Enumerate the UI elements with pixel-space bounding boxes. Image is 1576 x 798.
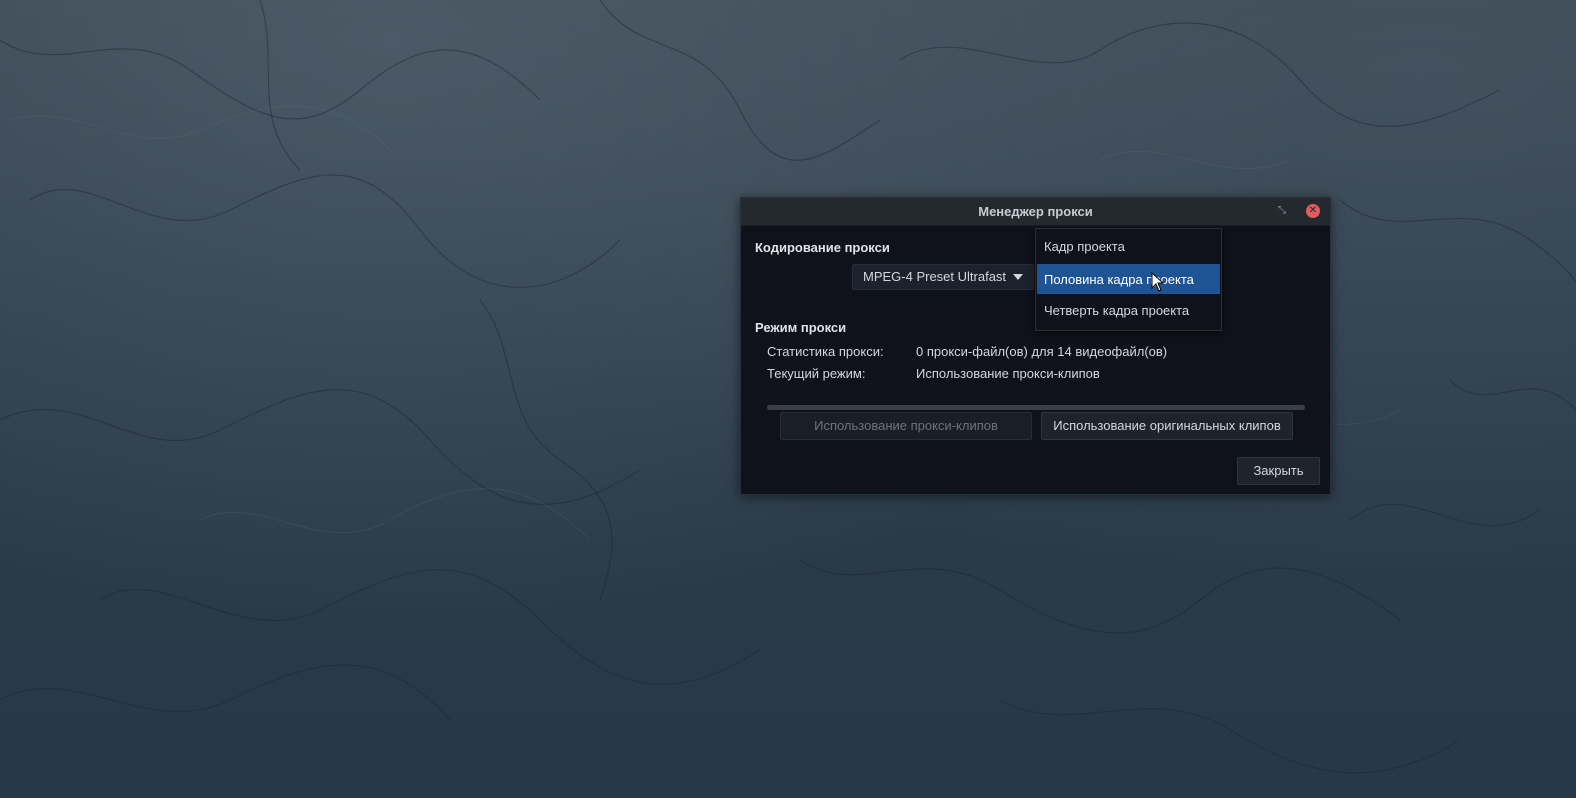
- progress-bar: [767, 405, 1305, 410]
- mode-section-title: Режим прокси: [755, 320, 847, 335]
- close-icon[interactable]: ✕: [1306, 204, 1320, 218]
- option-label: Половина кадра проекта: [1044, 272, 1194, 287]
- use-proxy-button[interactable]: Использование прокси-клипов: [780, 412, 1032, 440]
- option-label: Кадр проекта: [1044, 239, 1125, 254]
- dropdown-option-full[interactable]: Кадр проекта: [1037, 231, 1220, 261]
- stats-label: Статистика прокси:: [767, 344, 884, 359]
- option-label: Четверть кадра проекта: [1044, 303, 1190, 318]
- encoding-preset-value: MPEG-4 Preset Ultrafast: [863, 269, 1007, 284]
- chevron-down-icon: [1013, 274, 1023, 280]
- title-bar[interactable]: Менеджер прокси ⤡ ✕: [741, 198, 1330, 226]
- stats-value: 0 прокси-файл(ов) для 14 видеофайл(ов): [916, 344, 1168, 359]
- use-original-button[interactable]: Использование оригинальных клипов: [1041, 412, 1293, 440]
- dropdown-option-quarter[interactable]: Четверть кадра проекта: [1037, 295, 1220, 325]
- current-mode-value: Использование прокси-клипов: [916, 366, 1100, 381]
- encoding-preset-select[interactable]: MPEG-4 Preset Ultrafast: [852, 264, 1034, 290]
- current-mode-label: Текущий режим:: [767, 366, 866, 381]
- encoding-section-title: Кодирование прокси: [755, 240, 890, 255]
- restore-icon[interactable]: ⤡: [1276, 205, 1288, 217]
- dialog-title: Менеджер прокси: [978, 204, 1093, 219]
- mouse-cursor-icon: [1151, 272, 1165, 292]
- proxy-manager-dialog: Менеджер прокси ⤡ ✕ Кодирование прокси M…: [740, 197, 1331, 495]
- dropdown-option-half[interactable]: Половина кадра проекта: [1037, 264, 1220, 294]
- resolution-dropdown-popup: Кадр проекта Половина кадра проекта Четв…: [1035, 228, 1222, 331]
- close-button[interactable]: Закрыть: [1237, 457, 1320, 485]
